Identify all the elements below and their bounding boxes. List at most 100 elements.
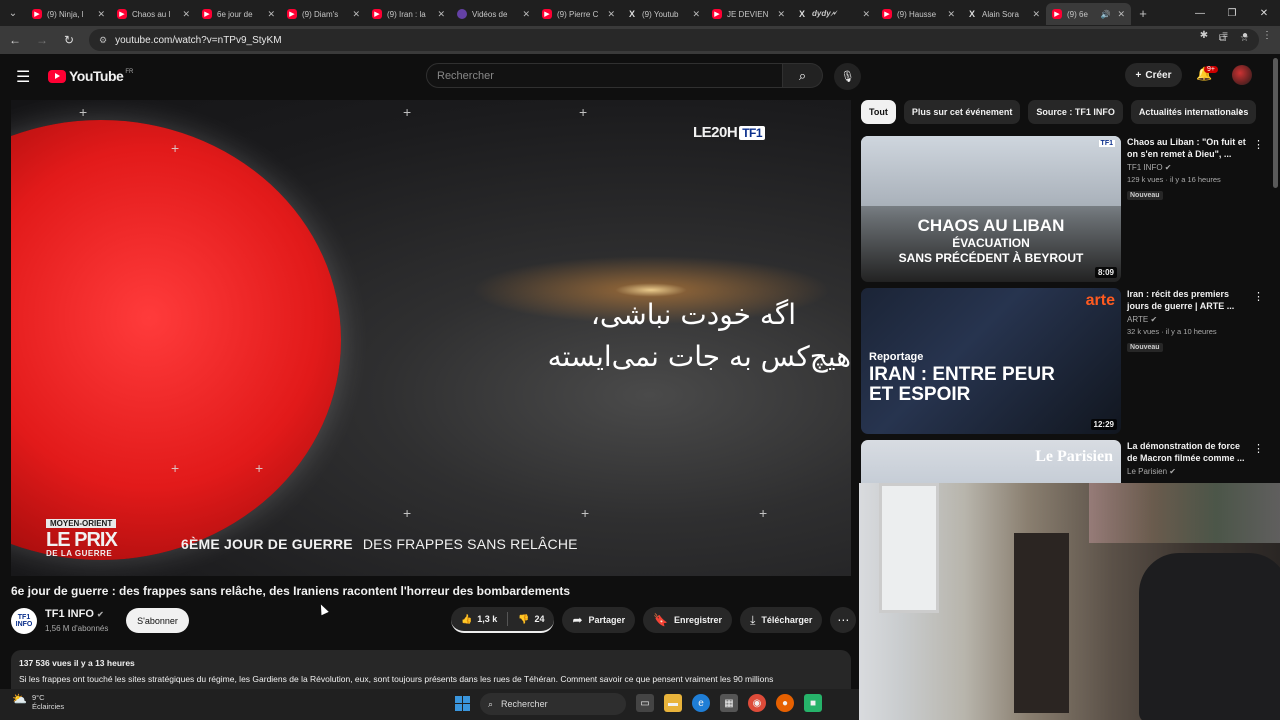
recommendation-item[interactable]: TF1 CHAOS AU LIBAN ÉVACUATION SANS PRÉCÉ… xyxy=(861,136,1266,284)
app-icon[interactable]: ■ xyxy=(804,694,822,712)
close-icon[interactable]: ✕ xyxy=(777,9,785,20)
more-actions-icon[interactable]: ⋯ xyxy=(830,607,857,633)
voice-search-icon[interactable]: 🎙 xyxy=(834,63,861,90)
video-thumbnail[interactable]: TF1 CHAOS AU LIBAN ÉVACUATION SANS PRÉCÉ… xyxy=(861,136,1121,282)
recommendation-title[interactable]: Chaos au Liban : "On fuit et on s'en rem… xyxy=(1127,136,1252,160)
create-button[interactable]: + Créer xyxy=(1125,63,1182,87)
windows-start-icon[interactable] xyxy=(455,696,470,711)
video-player[interactable]: + + + + + + + + + LE20H TF1 اگه خودت نباش… xyxy=(11,100,851,576)
duration-badge: 12:29 xyxy=(1090,419,1117,430)
maximize-icon[interactable]: ❐ xyxy=(1216,0,1248,26)
more-options-icon[interactable]: ⋮ xyxy=(1253,442,1264,455)
recommendation-channel[interactable]: TF1 INFO ✔ xyxy=(1127,163,1252,172)
close-icon[interactable]: ✕ xyxy=(947,9,955,20)
recommendation-item[interactable]: Le Parisien La démonstration de force de… xyxy=(861,440,1266,483)
download-button[interactable]: ⤓ Télécharger xyxy=(740,607,823,633)
tab-7[interactable]: X (9) Youtub ✕ xyxy=(621,3,706,25)
firefox-icon[interactable]: ● xyxy=(776,694,794,712)
recommendation-channel[interactable]: ARTE ✔ xyxy=(1127,315,1252,324)
search-input[interactable]: Rechercher xyxy=(426,63,783,88)
close-window-icon[interactable]: ✕ xyxy=(1248,0,1280,26)
new-tab-button[interactable]: + xyxy=(1131,6,1155,21)
back-icon[interactable]: ← xyxy=(3,28,27,52)
taskbar-search[interactable]: ⌕ Rechercher xyxy=(480,693,626,715)
duration-badge: 8:09 xyxy=(1094,267,1117,278)
recommendation-item[interactable]: arte Reportage IRAN : ENTRE PEUR ET ESPO… xyxy=(861,288,1266,436)
profile-icon[interactable]: ● xyxy=(1242,30,1248,41)
tab-9[interactable]: Xdydy🗲 ✕ xyxy=(791,3,876,25)
window-frame xyxy=(879,483,939,613)
weather-widget[interactable]: ⛅ 9°C Éclaircies xyxy=(12,693,64,711)
webcam-overlay xyxy=(859,483,1280,720)
close-icon[interactable]: ✕ xyxy=(607,9,615,20)
recommendation-title[interactable]: Iran : récit des premiers jours de guerr… xyxy=(1127,288,1252,312)
hamburger-menu-icon[interactable]: ☰ xyxy=(16,67,30,87)
chip-source[interactable]: Source : TF1 INFO xyxy=(1028,100,1123,124)
file-explorer-icon[interactable]: ▬ xyxy=(664,694,682,712)
video-thumbnail[interactable]: arte Reportage IRAN : ENTRE PEUR ET ESPO… xyxy=(861,288,1121,434)
menu-kebab-icon[interactable]: ⋮ xyxy=(1262,30,1272,41)
account-avatar[interactable] xyxy=(1232,65,1252,85)
close-icon[interactable]: ✕ xyxy=(1117,9,1125,20)
youtube-logo[interactable]: YouTube FR xyxy=(48,68,133,84)
search-button[interactable]: ⌕ xyxy=(783,63,823,88)
forward-icon[interactable]: → xyxy=(30,28,54,52)
speaker-icon[interactable]: 🔊 xyxy=(1100,10,1110,19)
close-icon[interactable]: ✕ xyxy=(437,9,445,20)
tab-11[interactable]: X Alain Sora ✕ xyxy=(961,3,1046,25)
recommendation-title[interactable]: La démonstration de force de Macron film… xyxy=(1127,440,1252,464)
chip-tout[interactable]: Tout xyxy=(861,100,896,124)
tab-0[interactable]: ▶ (9) Ninja, l ✕ xyxy=(26,3,111,25)
reading-list-icon[interactable]: ≡ xyxy=(1222,30,1228,41)
tab-8[interactable]: ▶ JE DEVIEN ✕ xyxy=(706,3,791,25)
close-icon[interactable]: ✕ xyxy=(352,9,360,20)
channel-avatar[interactable]: TF1 INFO xyxy=(11,608,37,634)
task-view-icon[interactable]: ▭ xyxy=(636,694,654,712)
more-options-icon[interactable]: ⋮ xyxy=(1253,138,1264,151)
close-icon[interactable]: ✕ xyxy=(1032,9,1040,20)
tab-1[interactable]: ▶ Chaos au l ✕ xyxy=(111,3,196,25)
chip-international[interactable]: Actualités internationales xyxy=(1130,100,1257,124)
close-icon[interactable]: ✕ xyxy=(862,9,870,20)
page-scrollbar[interactable] xyxy=(1273,58,1278,188)
new-badge: Nouveau xyxy=(1127,343,1163,352)
youtube-icon: ▶ xyxy=(712,9,722,19)
close-icon[interactable]: ✕ xyxy=(182,9,190,20)
tab-2[interactable]: ▶ 6e jour de ✕ xyxy=(196,3,281,25)
like-button[interactable]: 👍 1,3 k xyxy=(451,607,507,631)
tab-6[interactable]: ▶ (9) Pierre C ✕ xyxy=(536,3,621,25)
edge-icon[interactable]: e xyxy=(692,694,710,712)
site-info-icon[interactable]: ⚙ xyxy=(99,35,107,46)
tab-5[interactable]: Vidéos de ✕ xyxy=(451,3,536,25)
tab-10[interactable]: ▶ (9) Hausse ✕ xyxy=(876,3,961,25)
youtube-icon: ▶ xyxy=(32,9,42,19)
chip-more-on-event[interactable]: Plus sur cet événement xyxy=(903,100,1021,124)
minimize-icon[interactable]: — xyxy=(1184,0,1216,26)
chevron-right-icon[interactable]: › xyxy=(1239,104,1243,118)
tab-12-active[interactable]: ▶ (9) 6e 🔊 ✕ xyxy=(1046,3,1131,25)
video-thumbnail[interactable]: Le Parisien xyxy=(861,440,1121,483)
share-button[interactable]: ➦ Partager xyxy=(562,607,636,633)
more-options-icon[interactable]: ⋮ xyxy=(1253,290,1264,303)
recommendation-channel[interactable]: Le Parisien ✔ xyxy=(1127,467,1252,476)
close-icon[interactable]: ✕ xyxy=(97,9,105,20)
plus-marker: + xyxy=(759,505,768,521)
save-button[interactable]: 🔖 Enregistrer xyxy=(643,607,733,633)
bookshelf xyxy=(1014,533,1069,713)
x-icon: X xyxy=(628,9,635,19)
tab-search-icon[interactable]: ⌄ xyxy=(0,0,26,26)
chrome-icon[interactable]: ◉ xyxy=(748,694,766,712)
channel-name[interactable]: TF1 INFO ✔ xyxy=(45,608,104,620)
close-icon[interactable]: ✕ xyxy=(522,9,530,20)
tab-3[interactable]: ▶ (9) Diam's ✕ xyxy=(281,3,366,25)
close-icon[interactable]: ✕ xyxy=(692,9,700,20)
close-icon[interactable]: ✕ xyxy=(267,9,275,20)
dislike-button[interactable]: 👎 24 xyxy=(508,607,554,631)
extensions-icon[interactable]: ✱ xyxy=(1200,30,1208,41)
store-icon[interactable]: ▦ xyxy=(720,694,738,712)
subscribe-button[interactable]: S'abonner xyxy=(126,608,189,633)
thumbnail-headline: CHAOS AU LIBAN xyxy=(917,216,1065,235)
url-field[interactable]: ⚙ youtube.com/watch?v=nTPv9_StyKM ⧉ ☆ xyxy=(89,29,1259,51)
reload-icon[interactable]: ↻ xyxy=(57,28,81,52)
tab-4[interactable]: ▶ (9) Iran : la ✕ xyxy=(366,3,451,25)
